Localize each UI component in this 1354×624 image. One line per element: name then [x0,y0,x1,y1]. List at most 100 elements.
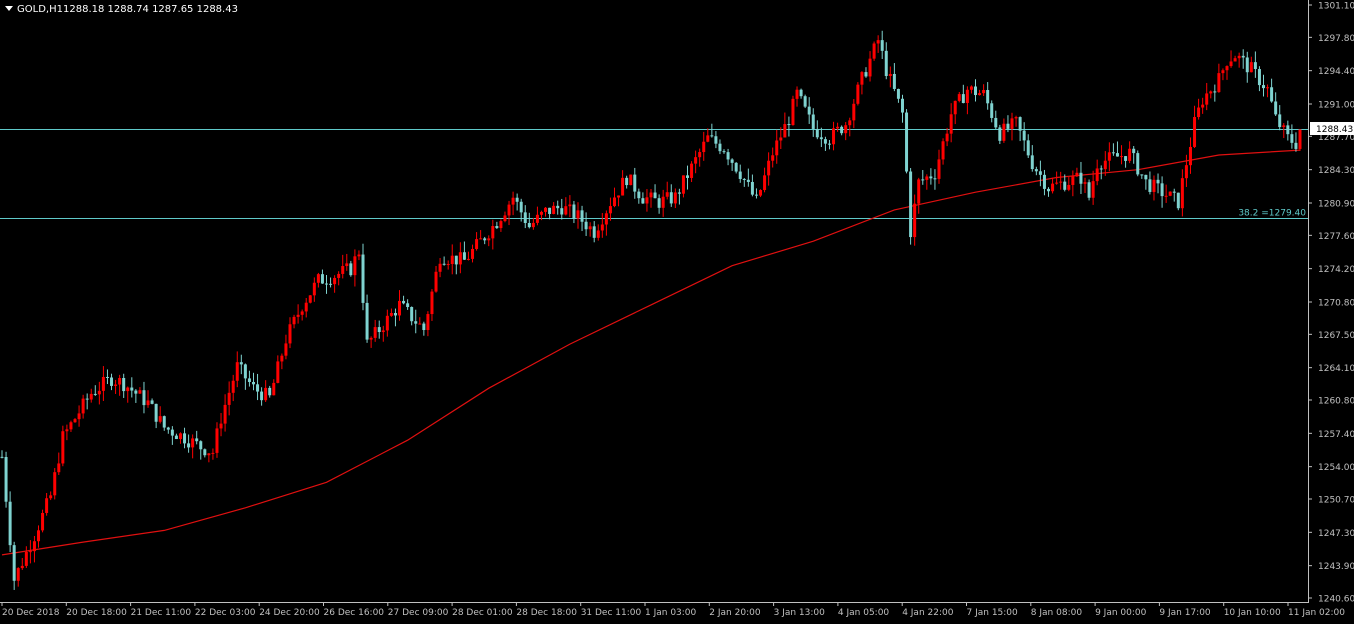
candle-bull [1188,146,1192,166]
chart-area[interactable]: 1301.10 1297.80 1294.40 1291.00 1287.70 1284.… [0,0,1354,620]
x-tick-label: 1 Jan 03:00 [645,608,697,618]
candle-bear [462,252,466,260]
candle-bull [564,206,568,215]
candle-bull [621,177,625,196]
y-tick-label: 1277.60 [1318,232,1354,242]
x-tick-label: 20 Dec 18:00 [66,608,127,618]
candle-bear [162,416,166,428]
candle-bull [576,210,580,219]
candle-bull [357,254,361,257]
candle-bear [154,403,158,422]
candle-bull [1193,117,1197,147]
candle-bull [345,263,349,267]
candle-bear [1115,153,1119,157]
candle-bear [807,106,811,115]
candle-bear [900,98,904,113]
candle-bull [438,263,442,272]
candle-bull [24,551,28,566]
candle-bear [422,323,426,331]
x-tick-label: 26 Dec 16:00 [324,608,385,618]
candle-bear [122,377,126,392]
candle-bear [1140,174,1144,176]
candle-bull [1083,182,1087,184]
candle-bull [491,226,495,239]
candle-bear [746,179,750,182]
candle-bull [434,271,438,292]
candle-bull [1266,87,1270,89]
candle-bull [389,313,393,316]
chart-background [0,0,1354,620]
candle-bear [1241,55,1245,58]
x-tick-label: 31 Dec 11:00 [581,608,642,618]
candle-bull [957,94,961,101]
candle-bear [1030,155,1034,170]
candle-bull [588,226,592,230]
candle-bear [329,283,333,285]
candle-bear [0,456,4,458]
candle-bull [539,211,543,215]
candle-bull [649,192,653,198]
candle-bull [81,398,85,414]
candle-bull [264,387,268,401]
candle-bull [41,512,45,531]
x-tick-label: 9 Jan 17:00 [1159,608,1211,618]
candle-bull [353,256,357,276]
candle-bear [714,136,718,144]
candle-bear [1278,114,1282,128]
candle-bull [300,311,304,315]
candle-bull [1209,91,1213,94]
candle-bull [978,93,982,96]
candle-bull [28,551,32,553]
ohlc-readout: 1288.18 1288.74 1287.65 1288.43 [63,4,238,15]
candle-bear [1042,174,1046,189]
candle-bull [1120,156,1124,158]
candle-bull [604,213,608,225]
candle-bull [426,314,430,331]
candle-bull [337,273,341,278]
candle-bear [933,178,937,180]
candle-bull [499,221,503,229]
candle-bull [600,224,604,231]
candle-bear [718,143,722,152]
candle-bull [146,400,150,406]
candle-bear [377,327,381,333]
candle-bear [130,387,134,391]
candle-bull [471,248,475,259]
x-tick-label: 11 Jan 02:00 [1288,608,1345,618]
candle-bull [832,128,836,145]
candle-bull [783,124,787,138]
candle-bull [1002,123,1006,141]
candle-bear [406,303,410,308]
candle-bull [702,141,706,153]
candle-bull [872,43,876,59]
candle-bull [612,197,616,207]
candle-bull [37,530,41,542]
candle-bull [450,255,454,265]
candle-bear [1136,153,1140,175]
candle-bear [896,88,900,99]
candle-bull [767,160,771,176]
candle-bear [929,176,933,179]
candle-bull [1221,70,1225,74]
candle-bear [1286,125,1290,135]
y-tick-label: 1297.80 [1318,34,1354,44]
candle-bear [653,192,657,199]
candle-bear [199,441,203,450]
candle-bull [1059,181,1063,183]
candle-bull [868,58,872,77]
y-tick-label: 1280.90 [1318,199,1354,209]
candle-bear [742,178,746,180]
x-tick-label: 4 Jan 05:00 [838,608,890,618]
candle-bear [1245,57,1249,73]
price-chart[interactable]: 1301.101297.801294.401291.001287.701284.… [0,0,1354,620]
candle-bear [523,212,527,224]
candle-bear [823,139,827,144]
candle-bear [1257,69,1261,86]
candle-bull [1067,184,1071,190]
candle-bear [170,429,174,436]
candle-bull [661,196,665,208]
y-tick-label: 1284.30 [1318,166,1354,176]
candle-bear [454,255,458,265]
candle-bull [1197,107,1201,118]
candle-bull [888,73,892,76]
